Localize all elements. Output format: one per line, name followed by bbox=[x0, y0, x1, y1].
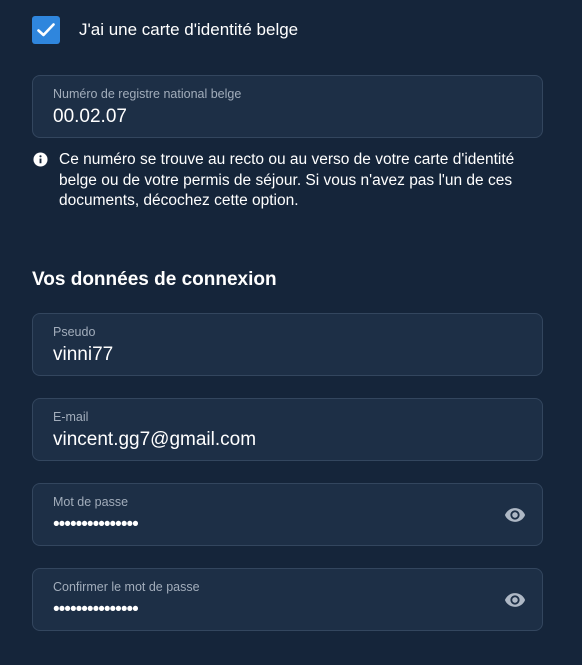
confirm-password-input[interactable]: ••••••••••••••• bbox=[53, 599, 139, 621]
confirm-password-field[interactable]: Confirmer le mot de passe ••••••••••••••… bbox=[32, 568, 543, 631]
national-register-field[interactable]: Numéro de registre national belge 00.02.… bbox=[32, 75, 543, 138]
belgian-id-checkbox[interactable] bbox=[32, 16, 60, 44]
national-register-label: Numéro de registre national belge bbox=[53, 87, 242, 101]
username-field[interactable]: Pseudo vinni77 bbox=[32, 313, 543, 376]
password-field[interactable]: Mot de passe ••••••••••••••• bbox=[32, 483, 543, 546]
username-input[interactable]: vinni77 bbox=[53, 344, 113, 366]
info-icon bbox=[33, 152, 48, 167]
email-input[interactable]: vincent.gg7@gmail.com bbox=[53, 429, 256, 451]
confirm-password-label: Confirmer le mot de passe bbox=[53, 580, 200, 594]
belgian-id-checkbox-label[interactable]: J'ai une carte d'identité belge bbox=[79, 20, 298, 40]
email-field[interactable]: E-mail vincent.gg7@gmail.com bbox=[32, 398, 543, 461]
password-input[interactable]: ••••••••••••••• bbox=[53, 514, 139, 536]
email-label: E-mail bbox=[53, 410, 89, 424]
checkmark-icon bbox=[37, 23, 55, 37]
belgian-id-checkbox-row[interactable]: J'ai une carte d'identité belge bbox=[32, 16, 298, 44]
eye-icon[interactable] bbox=[502, 504, 528, 526]
national-register-input[interactable]: 00.02.07 bbox=[53, 106, 127, 128]
info-text: Ce numéro se trouve au recto ou au verso… bbox=[59, 151, 515, 209]
national-register-info: Ce numéro se trouve au recto ou au verso… bbox=[33, 150, 533, 212]
username-label: Pseudo bbox=[53, 325, 96, 339]
eye-icon[interactable] bbox=[502, 589, 528, 611]
password-label: Mot de passe bbox=[53, 495, 129, 509]
login-section-title: Vos données de connexion bbox=[32, 269, 277, 290]
